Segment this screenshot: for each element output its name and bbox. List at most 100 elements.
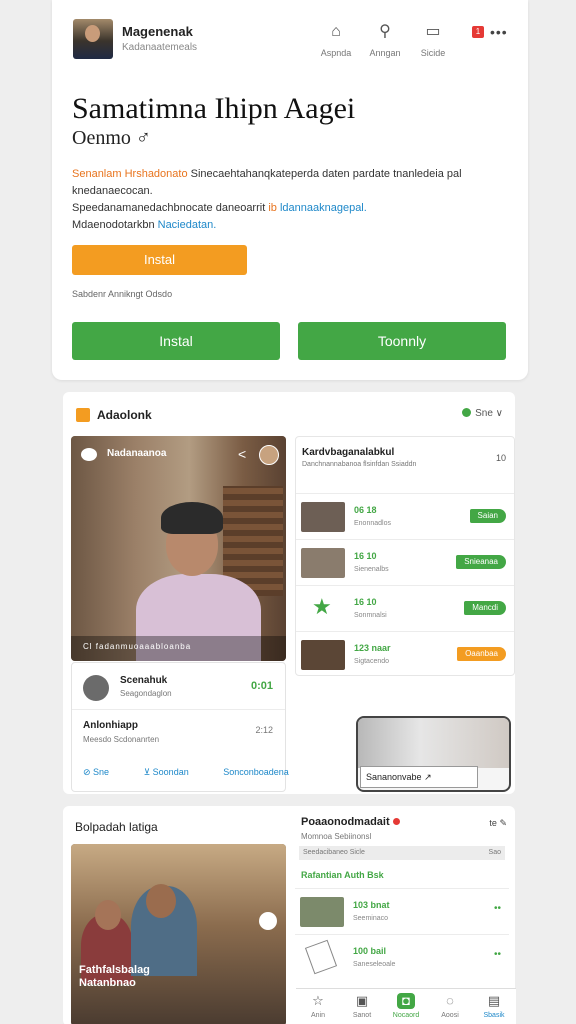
nav-card[interactable]: ▤ Sbasik — [472, 989, 516, 1024]
link-3[interactable]: Sonconboadena — [223, 767, 289, 777]
notification-badge[interactable]: 1 — [472, 26, 484, 38]
list-item-sub: Seeminaco — [353, 915, 389, 922]
divider — [72, 709, 285, 710]
action-home-label: Aspnda — [320, 48, 352, 58]
action-inbox[interactable]: ▭ Sicide — [410, 22, 456, 58]
more-icon[interactable]: •• — [494, 903, 501, 914]
list-count: 10 — [495, 453, 506, 463]
list-item-sub: Sonmnalsi — [354, 612, 387, 619]
desc-line2: knedanaecocan. — [72, 185, 153, 197]
play-icon[interactable] — [259, 912, 277, 930]
action-home[interactable]: ⌂ Aspnda — [313, 22, 359, 58]
list-item-badge[interactable]: Saian — [469, 509, 506, 523]
list-item[interactable]: 06 18 Enonnadlos Saian — [296, 493, 514, 539]
star-icon: ★ — [312, 594, 332, 619]
photo-caption-line1: Fathfalsbalag Natanbnao — [79, 964, 150, 989]
cursor-icon: ↗ — [424, 772, 432, 782]
install-button-orange[interactable]: Instal — [72, 245, 247, 275]
list-item[interactable]: ★ 16 10 Sonmnalsi Mancdi — [296, 585, 514, 631]
nav-label: Aoosi — [441, 1012, 459, 1019]
desc-lead: Senanlam Hrshadonato — [72, 168, 188, 180]
popup-preview — [358, 718, 509, 768]
action-links: ⊘ Sne ⊻ Soondan Sonconboadena — [83, 767, 305, 778]
duration: 0:01 — [250, 680, 273, 692]
list-item-time: 100 bail — [353, 946, 387, 956]
action-bookmark-label: Anngan — [369, 48, 401, 58]
link-2[interactable]: ⊻ Soondan — [144, 767, 205, 777]
nav-star[interactable]: ☆ Anin — [296, 989, 340, 1024]
video-player[interactable]: Nadanaanoa < Cl fadanmuoaaabloanba — [71, 436, 286, 661]
video-controls-text: Cl fadanmuoaaabloanba — [83, 642, 192, 651]
filter-left: Seedacibaneo Sicle — [303, 849, 365, 856]
list-item[interactable]: 100 bail Saneseleoale •• — [295, 934, 509, 980]
chat-icon[interactable] — [81, 448, 97, 461]
list-item-time: 16 10 — [354, 551, 377, 561]
popup-caption: Sananonvabe ↗ — [360, 766, 478, 788]
link-1[interactable]: ⊘ Sne — [83, 767, 125, 777]
list-item-badge[interactable]: Oaanbaa — [457, 647, 506, 661]
author-meta: Seagondaglon — [120, 689, 172, 698]
list-item-time: 103 bnat — [353, 900, 390, 910]
list-item[interactable]: 16 10 Sienenalbs Snieanaa — [296, 539, 514, 585]
video-info-card: Scenahuk Seagondaglon 0:01 Anlonhiapp Me… — [71, 662, 289, 792]
bottom-nav: ☆ Anin ▣ Sanot ◘ Nocaord ◌ Aoosi ▤ Sbasi… — [296, 988, 516, 1024]
list-item[interactable]: 103 bnat Seeminaco •• — [295, 888, 509, 934]
author-name[interactable]: Scenahuk — [120, 675, 167, 686]
desc-line4a: Mdaenodotarkbn — [72, 219, 155, 231]
list-item-badge[interactable]: Snieanaa — [456, 555, 506, 569]
more-icon[interactable]: ••• — [490, 24, 508, 40]
video-avatar[interactable] — [259, 445, 279, 465]
photo-person-2-head — [146, 884, 176, 918]
panel-title: Adaolonk — [97, 408, 152, 422]
desc-line3a: Speedanamanedachbnocate daneoarrit — [72, 202, 266, 214]
nav-label: Nocaord — [392, 1012, 420, 1019]
desc-link1[interactable]: ldannaaknagepal. — [280, 202, 367, 214]
page-subtitle: Oenmo ♂ — [72, 127, 151, 149]
list-icon — [76, 408, 90, 422]
bag-icon: ◘ — [397, 993, 415, 1009]
activity-panel: Adaolonk Sne ∨ Nadanaanoa < Cl fadanmuoa… — [63, 392, 515, 794]
list-subtitle: Danchnannabanoa flsinfdan Ssiaddn — [302, 461, 417, 468]
list-thumbnail — [301, 548, 345, 578]
inbox-icon: ▭ — [425, 23, 441, 40]
author-avatar[interactable] — [83, 675, 109, 701]
feed-title: Bolpadah latiga — [75, 820, 158, 834]
share-icon[interactable]: < — [238, 446, 246, 462]
list-item-sub: Sienenalbs — [354, 566, 389, 573]
card-icon: ▤ — [487, 993, 501, 1008]
home-icon: ⌂ — [331, 23, 341, 40]
feed-sidebar-sub: Momnoa Sebiinonsl — [301, 832, 372, 841]
feed-sidebar-tools[interactable]: te ✎ — [489, 818, 507, 829]
feed-photo[interactable]: Fathfalsbalag Natanbnao — [71, 844, 286, 1024]
app-avatar[interactable] — [73, 19, 113, 59]
status-dot-icon — [462, 408, 472, 417]
list-item[interactable]: 123 naar Sigtacendo Oaanbaa — [296, 631, 514, 677]
desc-link2[interactable]: Naciedatan. — [158, 219, 217, 231]
video-popup[interactable]: Sananonvabe ↗ — [356, 716, 511, 792]
desc-line1: Sinecaehtahanqkateperda daten pardate tn… — [190, 168, 462, 180]
desc-line3b: ib — [268, 202, 277, 214]
photo-person-1-head — [95, 900, 121, 930]
feed-sidebar-label[interactable]: Rafantian Auth Bsk — [301, 870, 384, 880]
panel-tools[interactable]: Sne ∨ — [462, 408, 503, 419]
nav-label: Sanot — [352, 1012, 372, 1019]
gender-icon: ♂ — [135, 127, 151, 149]
nav-bag[interactable]: ◘ Nocaord — [384, 989, 428, 1024]
photo-caption: Fathfalsbalag Natanbnao — [79, 964, 150, 990]
nav-save[interactable]: ▣ Sanot — [340, 989, 384, 1024]
nav-chat[interactable]: ◌ Aoosi — [428, 989, 472, 1024]
nav-label: Anin — [310, 1012, 325, 1019]
app-name: Magenenak — [122, 24, 193, 39]
page-title: Samatimna Ihipn Aagei — [72, 92, 356, 125]
feed-sidebar-filter[interactable]: Seedacibaneo Sicle Sao — [299, 846, 505, 860]
secondary-button[interactable]: Toonnly — [298, 322, 506, 360]
list-item-badge[interactable]: Mancdi — [464, 601, 506, 615]
more-icon[interactable]: •• — [494, 949, 501, 960]
action-inbox-label: Sicide — [420, 48, 446, 58]
install-note: Sabdenr Annikngt Odsdo — [72, 289, 173, 299]
install-button[interactable]: Instal — [72, 322, 280, 360]
bookmark-icon: ⚲ — [379, 23, 391, 40]
video-title: Nadanaanoa — [107, 448, 167, 459]
action-bookmark[interactable]: ⚲ Anngan — [362, 22, 408, 58]
section-heading: Anlonhiapp — [83, 720, 138, 731]
